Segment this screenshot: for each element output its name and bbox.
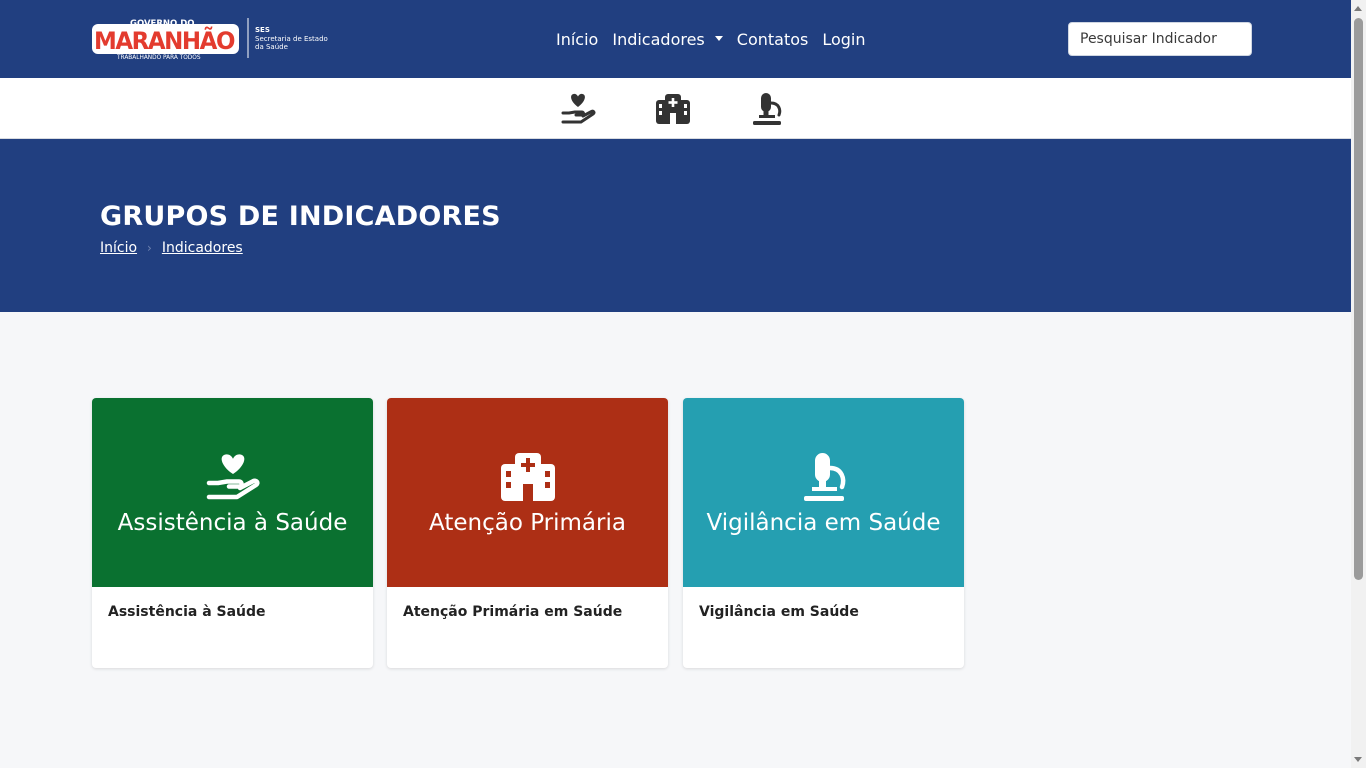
card-header: Atenção Primária [387, 398, 668, 587]
card-atencao-primaria[interactable]: Atenção Primária Atenção Primária em Saú… [387, 398, 668, 668]
logo[interactable]: GOVERNO DO MARANHÃO TRABALHANDO PARA TOD… [90, 14, 330, 62]
main-nav: Início Indicadores Contatos Login [556, 30, 880, 49]
scroll-up-arrow-icon[interactable] [1354, 6, 1362, 11]
card-header: Vigilância em Saúde [683, 398, 964, 587]
card-assistencia-saude[interactable]: Assistência à Saúde Assistência à Saúde [92, 398, 373, 668]
scroll-down-arrow-icon[interactable] [1354, 757, 1362, 762]
hand-holding-heart-icon[interactable] [560, 92, 596, 126]
card-vigilancia-saude[interactable]: Vigilância em Saúde Vigilância em Saúde [683, 398, 964, 668]
logo-agency-line2: da Saúde [255, 43, 288, 51]
search-input[interactable] [1068, 22, 1252, 56]
nav-indicadores-label: Indicadores [612, 30, 705, 49]
breadcrumb-inicio[interactable]: Início [100, 240, 137, 256]
nav-login[interactable]: Login [822, 30, 865, 49]
logo-brand: MARANHÃO [94, 26, 235, 55]
page-banner: GRUPOS DE INDICADORES Início › Indicador… [0, 139, 1351, 312]
card-title: Atenção Primária [429, 510, 626, 536]
group-icon-bar [0, 78, 1351, 139]
vertical-scrollbar[interactable] [1351, 0, 1366, 768]
logo-tagline: TRABALHANDO PARA TODOS [116, 55, 201, 61]
logo-agency-abbr: SES [255, 26, 270, 34]
breadcrumb-indicadores[interactable]: Indicadores [162, 240, 243, 256]
card-title: Vigilância em Saúde [706, 510, 941, 536]
card-header: Assistência à Saúde [92, 398, 373, 587]
hospital-icon [500, 453, 555, 501]
nav-contatos[interactable]: Contatos [737, 30, 809, 49]
microscope-icon[interactable] [749, 92, 785, 126]
page-title: GRUPOS DE INDICADORES [100, 201, 501, 232]
maranhao-logo: GOVERNO DO MARANHÃO TRABALHANDO PARA TOD… [92, 18, 328, 61]
card-description: Assistência à Saúde [108, 604, 266, 620]
card-title: Assistência à Saúde [117, 510, 348, 536]
breadcrumb-separator-icon: › [147, 241, 152, 255]
microscope-icon [803, 453, 845, 501]
nav-indicadores-dropdown[interactable]: Indicadores [612, 30, 723, 49]
top-navbar: GOVERNO DO MARANHÃO TRABALHANDO PARA TOD… [0, 0, 1351, 78]
card-description: Vigilância em Saúde [699, 604, 859, 620]
hospital-icon[interactable] [655, 92, 691, 126]
breadcrumb: Início › Indicadores [100, 240, 243, 256]
logo-agency-line1: Secretaria de Estado [255, 35, 328, 43]
chevron-down-icon [714, 36, 723, 41]
nav-inicio[interactable]: Início [556, 30, 598, 49]
hand-holding-heart-icon [206, 454, 260, 500]
card-description: Atenção Primária em Saúde [403, 604, 623, 620]
scroll-thumb[interactable] [1354, 18, 1363, 580]
